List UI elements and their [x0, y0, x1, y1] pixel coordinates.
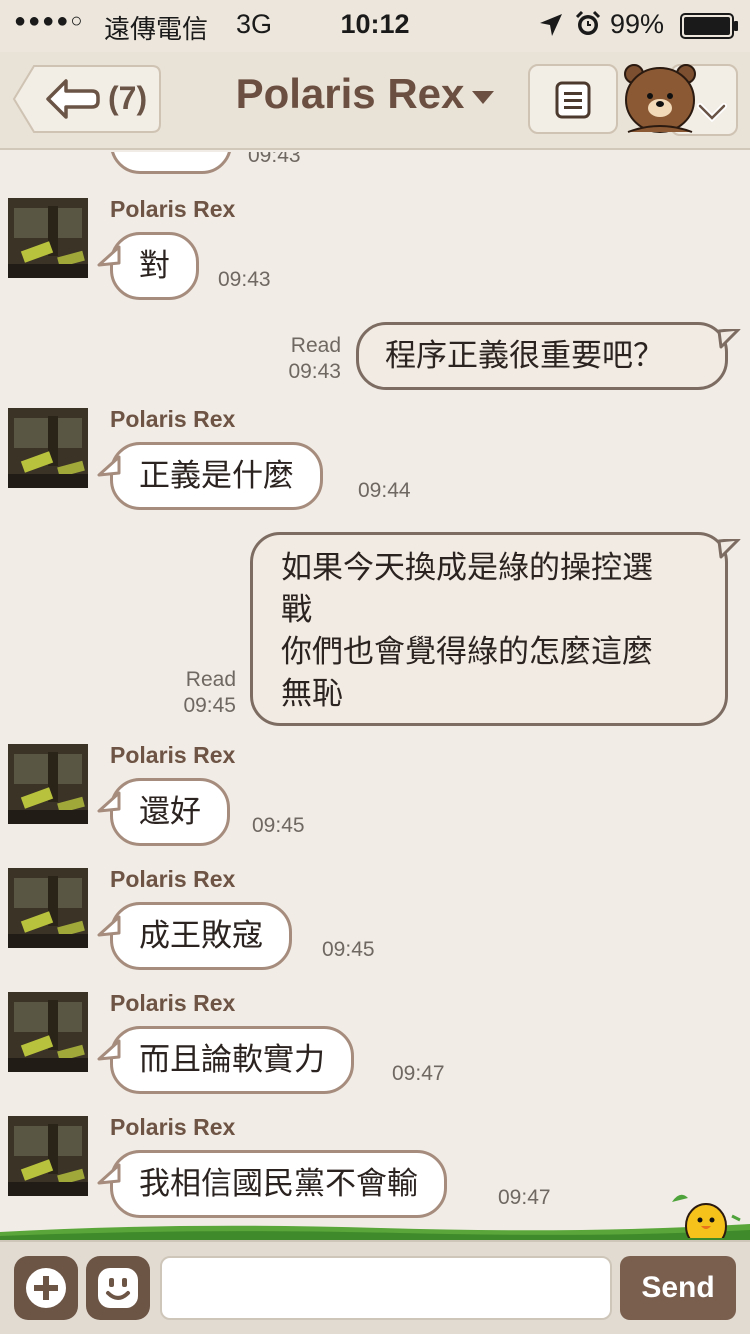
brown-bear-icon [624, 64, 727, 133]
message-time: 09:45 [322, 938, 375, 961]
menu-button[interactable] [528, 64, 618, 134]
smiley-icon [98, 1268, 138, 1308]
plus-icon [26, 1268, 66, 1308]
send-button[interactable]: Send [620, 1256, 736, 1320]
emoji-button[interactable] [86, 1256, 150, 1320]
message-time: 09:43 [288, 360, 341, 383]
message-time: 09:43 [248, 152, 301, 167]
message-time: 09:45 [252, 814, 305, 837]
avatar-photo-icon [8, 744, 88, 824]
caret-down-icon[interactable] [472, 91, 494, 105]
avatar[interactable] [8, 744, 88, 824]
battery-percent: 99% [610, 9, 665, 39]
avatar[interactable] [8, 1116, 88, 1196]
message-bubble-incoming[interactable]: 而且論軟實力 [97, 1026, 354, 1094]
message-text: 正義是什麼 [139, 458, 294, 494]
avatar-photo-icon [8, 1116, 88, 1196]
message-time: 09:44 [358, 479, 411, 502]
message-bubble-incoming[interactable]: 還好 [97, 778, 230, 846]
avatar-photo-icon [8, 868, 88, 948]
list-icon [555, 81, 591, 119]
chat-area[interactable]: 09:43 Polaris Rex 對 09:43 Read 09:43 程序正… [0, 152, 750, 1232]
message-time: 09:47 [498, 1186, 551, 1209]
nav-bar: (7) Polaris Rex [0, 52, 750, 150]
message-bubble-incoming[interactable]: 正義是什麼 [97, 442, 323, 510]
message-bubble-incoming[interactable]: 我相信國民黨不會輸 [97, 1150, 447, 1218]
chat-title[interactable]: Polaris Rex [200, 70, 500, 118]
message-line: 無恥 [281, 676, 343, 712]
message-text: 還好 [139, 794, 201, 830]
message-line: 你們也會覺得綠的怎麼這麼 [281, 634, 653, 670]
sender-name: Polaris Rex [110, 990, 236, 1016]
input-bar: Send [0, 1240, 750, 1334]
avatar-photo-icon [8, 408, 88, 488]
message-text: 對 [139, 248, 170, 284]
read-receipt: Read [185, 668, 236, 691]
message-bubble-incoming[interactable]: 對 [97, 232, 199, 300]
sender-name: Polaris Rex [110, 866, 236, 892]
message-line: 戰 [281, 592, 312, 628]
message-time: 09:47 [392, 1062, 445, 1085]
message-text: 而且論軟實力 [139, 1042, 325, 1078]
back-button[interactable]: (7) [12, 64, 162, 134]
message-text: 我相信國民黨不會輸 [139, 1166, 418, 1202]
add-attachment-button[interactable] [14, 1256, 78, 1320]
avatar-photo-icon [8, 198, 88, 278]
avatar[interactable] [8, 408, 88, 488]
message-line: 如果今天換成是綠的操控選 [281, 550, 653, 586]
message-time: 09:43 [218, 268, 271, 291]
avatar[interactable] [8, 992, 88, 1072]
status-bar: ●●●●○ 遠傳電信 3G 10:12 99% [0, 0, 750, 52]
message-bubble-outgoing[interactable]: 程序正義很重要吧？ [356, 322, 741, 390]
grass-decoration-icon [0, 1224, 750, 1240]
avatar[interactable] [8, 868, 88, 948]
message-text: 成王敗寇 [139, 918, 263, 954]
alarm-clock-icon [575, 10, 601, 35]
sender-name: Polaris Rex [110, 196, 236, 222]
message-bubble-incoming[interactable]: 成王敗寇 [97, 902, 292, 970]
sender-name: Polaris Rex [110, 406, 236, 432]
message-bubble-outgoing[interactable]: 如果今天換成是綠的操控選 戰 你們也會覺得綠的怎麼這麼 無恥 [250, 532, 741, 726]
sender-name: Polaris Rex [110, 1114, 236, 1140]
message-text: 程序正義很重要吧？ [385, 338, 664, 374]
message-input[interactable] [160, 1256, 612, 1320]
avatar[interactable] [8, 198, 88, 278]
avatar-photo-icon [8, 992, 88, 1072]
message-bubble-partial[interactable] [110, 152, 232, 174]
sender-name: Polaris Rex [110, 742, 236, 768]
chick-sticker-icon [672, 1194, 741, 1238]
unread-count: (7) [108, 80, 148, 116]
message-time: 09:45 [183, 694, 236, 717]
location-arrow-icon [540, 14, 562, 36]
sticker-shop-button[interactable] [624, 60, 740, 140]
read-receipt: Read [290, 334, 341, 357]
battery-icon [680, 13, 738, 39]
